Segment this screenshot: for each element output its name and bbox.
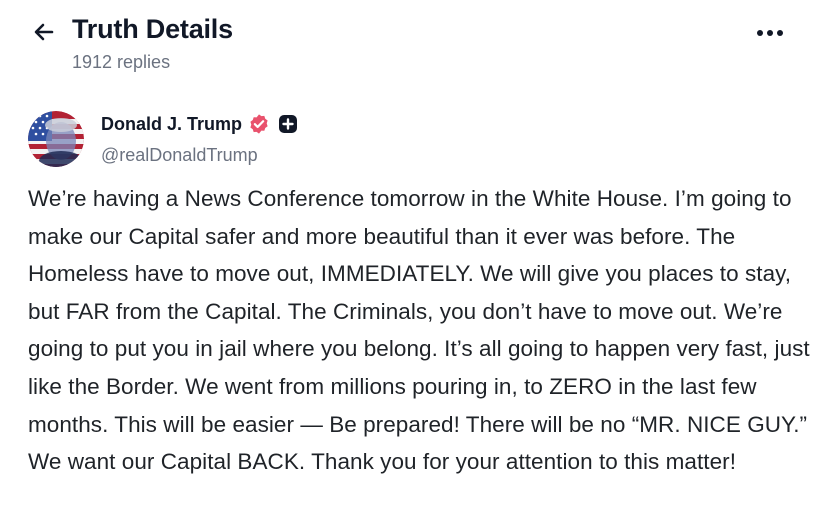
page-header: Truth Details 1912 replies	[0, 0, 831, 90]
author-row: Donald J. Trump	[101, 113, 298, 135]
verified-badge-icon	[248, 113, 270, 135]
arrow-left-icon	[34, 23, 54, 41]
page-title: Truth Details	[72, 14, 233, 44]
post-text: We’re having a News Conference tomorrow …	[28, 186, 810, 475]
author-name[interactable]: Donald J. Trump	[101, 114, 242, 135]
avatar-image	[28, 111, 84, 167]
back-button[interactable]	[30, 18, 58, 46]
reply-count: 1912 replies	[72, 52, 171, 72]
more-horizontal-icon	[757, 30, 783, 36]
plus-badge-icon	[278, 114, 298, 134]
header-divider	[0, 88, 831, 89]
author-handle[interactable]: @realDonaldTrump	[101, 145, 258, 166]
avatar[interactable]	[28, 111, 84, 167]
more-options-button[interactable]	[752, 22, 788, 44]
